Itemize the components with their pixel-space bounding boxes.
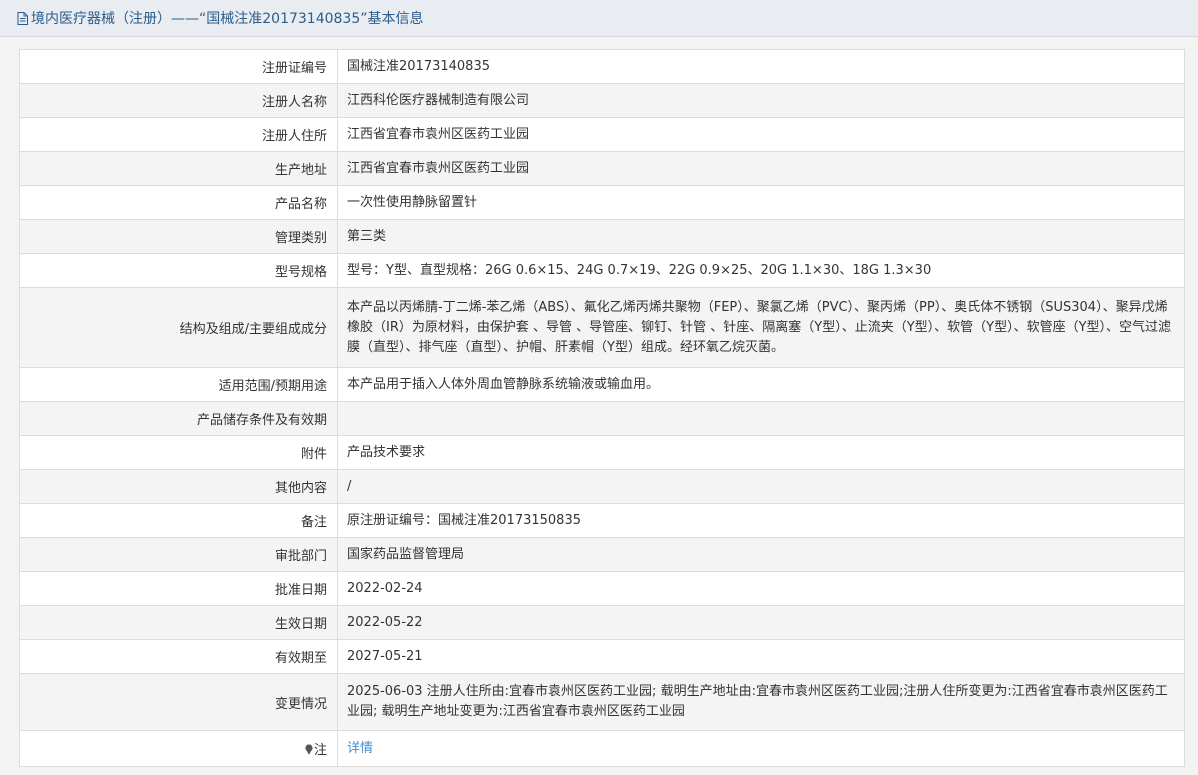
- row-value: 国家药品监督管理局: [337, 537, 1185, 572]
- note-label: 注: [313, 743, 327, 758]
- row-value: 国械注准20173140835: [337, 49, 1185, 84]
- row-label: 产品名称: [19, 185, 338, 220]
- row-label: 生效日期: [19, 605, 338, 640]
- row-value: [337, 401, 1185, 436]
- table-row: 生产地址 江西省宜春市袁州区医药工业园: [19, 151, 1185, 186]
- info-table: 注册证编号 国械注准20173140835 注册人名称 江西科伦医疗器械制造有限…: [19, 49, 1185, 767]
- row-label: 备注: [19, 503, 338, 538]
- row-label: 注册证编号: [19, 49, 338, 84]
- row-value: 2027-05-21: [337, 639, 1185, 674]
- row-label: 有效期至: [19, 639, 338, 674]
- row-value: 2022-05-22: [337, 605, 1185, 640]
- table-row: 结构及组成/主要组成成分 本产品以丙烯腈-丁二烯-苯乙烯（ABS）、氟化乙烯丙烯…: [19, 287, 1185, 368]
- table-row: 注册人住所 江西省宜春市袁州区医药工业园: [19, 117, 1185, 152]
- table-row: 产品储存条件及有效期: [19, 401, 1185, 436]
- table-row: 批准日期 2022-02-24: [19, 571, 1185, 606]
- row-label: 产品储存条件及有效期: [19, 401, 338, 436]
- row-value: 江西省宜春市袁州区医药工业园: [337, 151, 1185, 186]
- table-row: 管理类别 第三类: [19, 219, 1185, 254]
- table-row: 产品名称 一次性使用静脉留置针: [19, 185, 1185, 220]
- table-row: 有效期至 2027-05-21: [19, 639, 1185, 674]
- row-value: /: [337, 469, 1185, 504]
- row-value: 型号：Y型、直型规格：26G 0.6×15、24G 0.7×19、22G 0.9…: [337, 253, 1185, 288]
- row-label: 注册人名称: [19, 83, 338, 118]
- row-value: 本产品用于插入人体外周血管静脉系统输液或输血用。: [337, 367, 1185, 402]
- table-row: 注册证编号 国械注准20173140835: [19, 49, 1185, 84]
- details-link[interactable]: 详情: [347, 741, 373, 756]
- table-row: 变更情况 2025-06-03 注册人住所由:宜春市袁州区医药工业园; 载明生产…: [19, 673, 1185, 731]
- table-row: 其他内容 /: [19, 469, 1185, 504]
- row-value: 2022-02-24: [337, 571, 1185, 606]
- table-row: 审批部门 国家药品监督管理局: [19, 537, 1185, 572]
- table-row: 型号规格 型号：Y型、直型规格：26G 0.6×15、24G 0.7×19、22…: [19, 253, 1185, 288]
- table-row: 备注 原注册证编号：国械注准20173150835: [19, 503, 1185, 538]
- document-icon: [17, 11, 28, 25]
- row-value: 2025-06-03 注册人住所由:宜春市袁州区医药工业园; 载明生产地址由:宜…: [337, 673, 1185, 731]
- row-value: 江西省宜春市袁州区医药工业园: [337, 117, 1185, 152]
- table-row: 生效日期 2022-05-22: [19, 605, 1185, 640]
- row-value: 本产品以丙烯腈-丁二烯-苯乙烯（ABS）、氟化乙烯丙烯共聚物（FEP）、聚氯乙烯…: [337, 287, 1185, 368]
- row-label: 型号规格: [19, 253, 338, 288]
- row-value: 产品技术要求: [337, 435, 1185, 470]
- row-label: 变更情况: [19, 673, 338, 731]
- row-label: 适用范围/预期用途: [19, 367, 338, 402]
- row-label: 管理类别: [19, 219, 338, 254]
- page-header: 境内医疗器械（注册）——“国械注准20173140835”基本信息: [0, 0, 1198, 37]
- row-label: 生产地址: [19, 151, 338, 186]
- row-value: 一次性使用静脉留置针: [337, 185, 1185, 220]
- note-label-cell: 注: [19, 730, 338, 767]
- row-value: 江西科伦医疗器械制造有限公司: [337, 83, 1185, 118]
- page-title-wrapper: 境内医疗器械（注册）——“国械注准20173140835”基本信息: [17, 8, 423, 28]
- pin-icon: [305, 744, 313, 755]
- row-label: 结构及组成/主要组成成分: [19, 287, 338, 368]
- row-label: 其他内容: [19, 469, 338, 504]
- row-label: 审批部门: [19, 537, 338, 572]
- row-label: 注册人住所: [19, 117, 338, 152]
- table-row: 注册人名称 江西科伦医疗器械制造有限公司: [19, 83, 1185, 118]
- row-value: 原注册证编号：国械注准20173150835: [337, 503, 1185, 538]
- row-label: 批准日期: [19, 571, 338, 606]
- table-row: 适用范围/预期用途 本产品用于插入人体外周血管静脉系统输液或输血用。: [19, 367, 1185, 402]
- table-row: 附件 产品技术要求: [19, 435, 1185, 470]
- row-label: 附件: [19, 435, 338, 470]
- table-row: 注 详情: [19, 730, 1185, 767]
- row-value-cell: 详情: [337, 730, 1185, 767]
- content-area: 注册证编号 国械注准20173140835 注册人名称 江西科伦医疗器械制造有限…: [0, 37, 1198, 775]
- row-value: 第三类: [337, 219, 1185, 254]
- page-title: 境内医疗器械（注册）——“国械注准20173140835”基本信息: [31, 11, 424, 27]
